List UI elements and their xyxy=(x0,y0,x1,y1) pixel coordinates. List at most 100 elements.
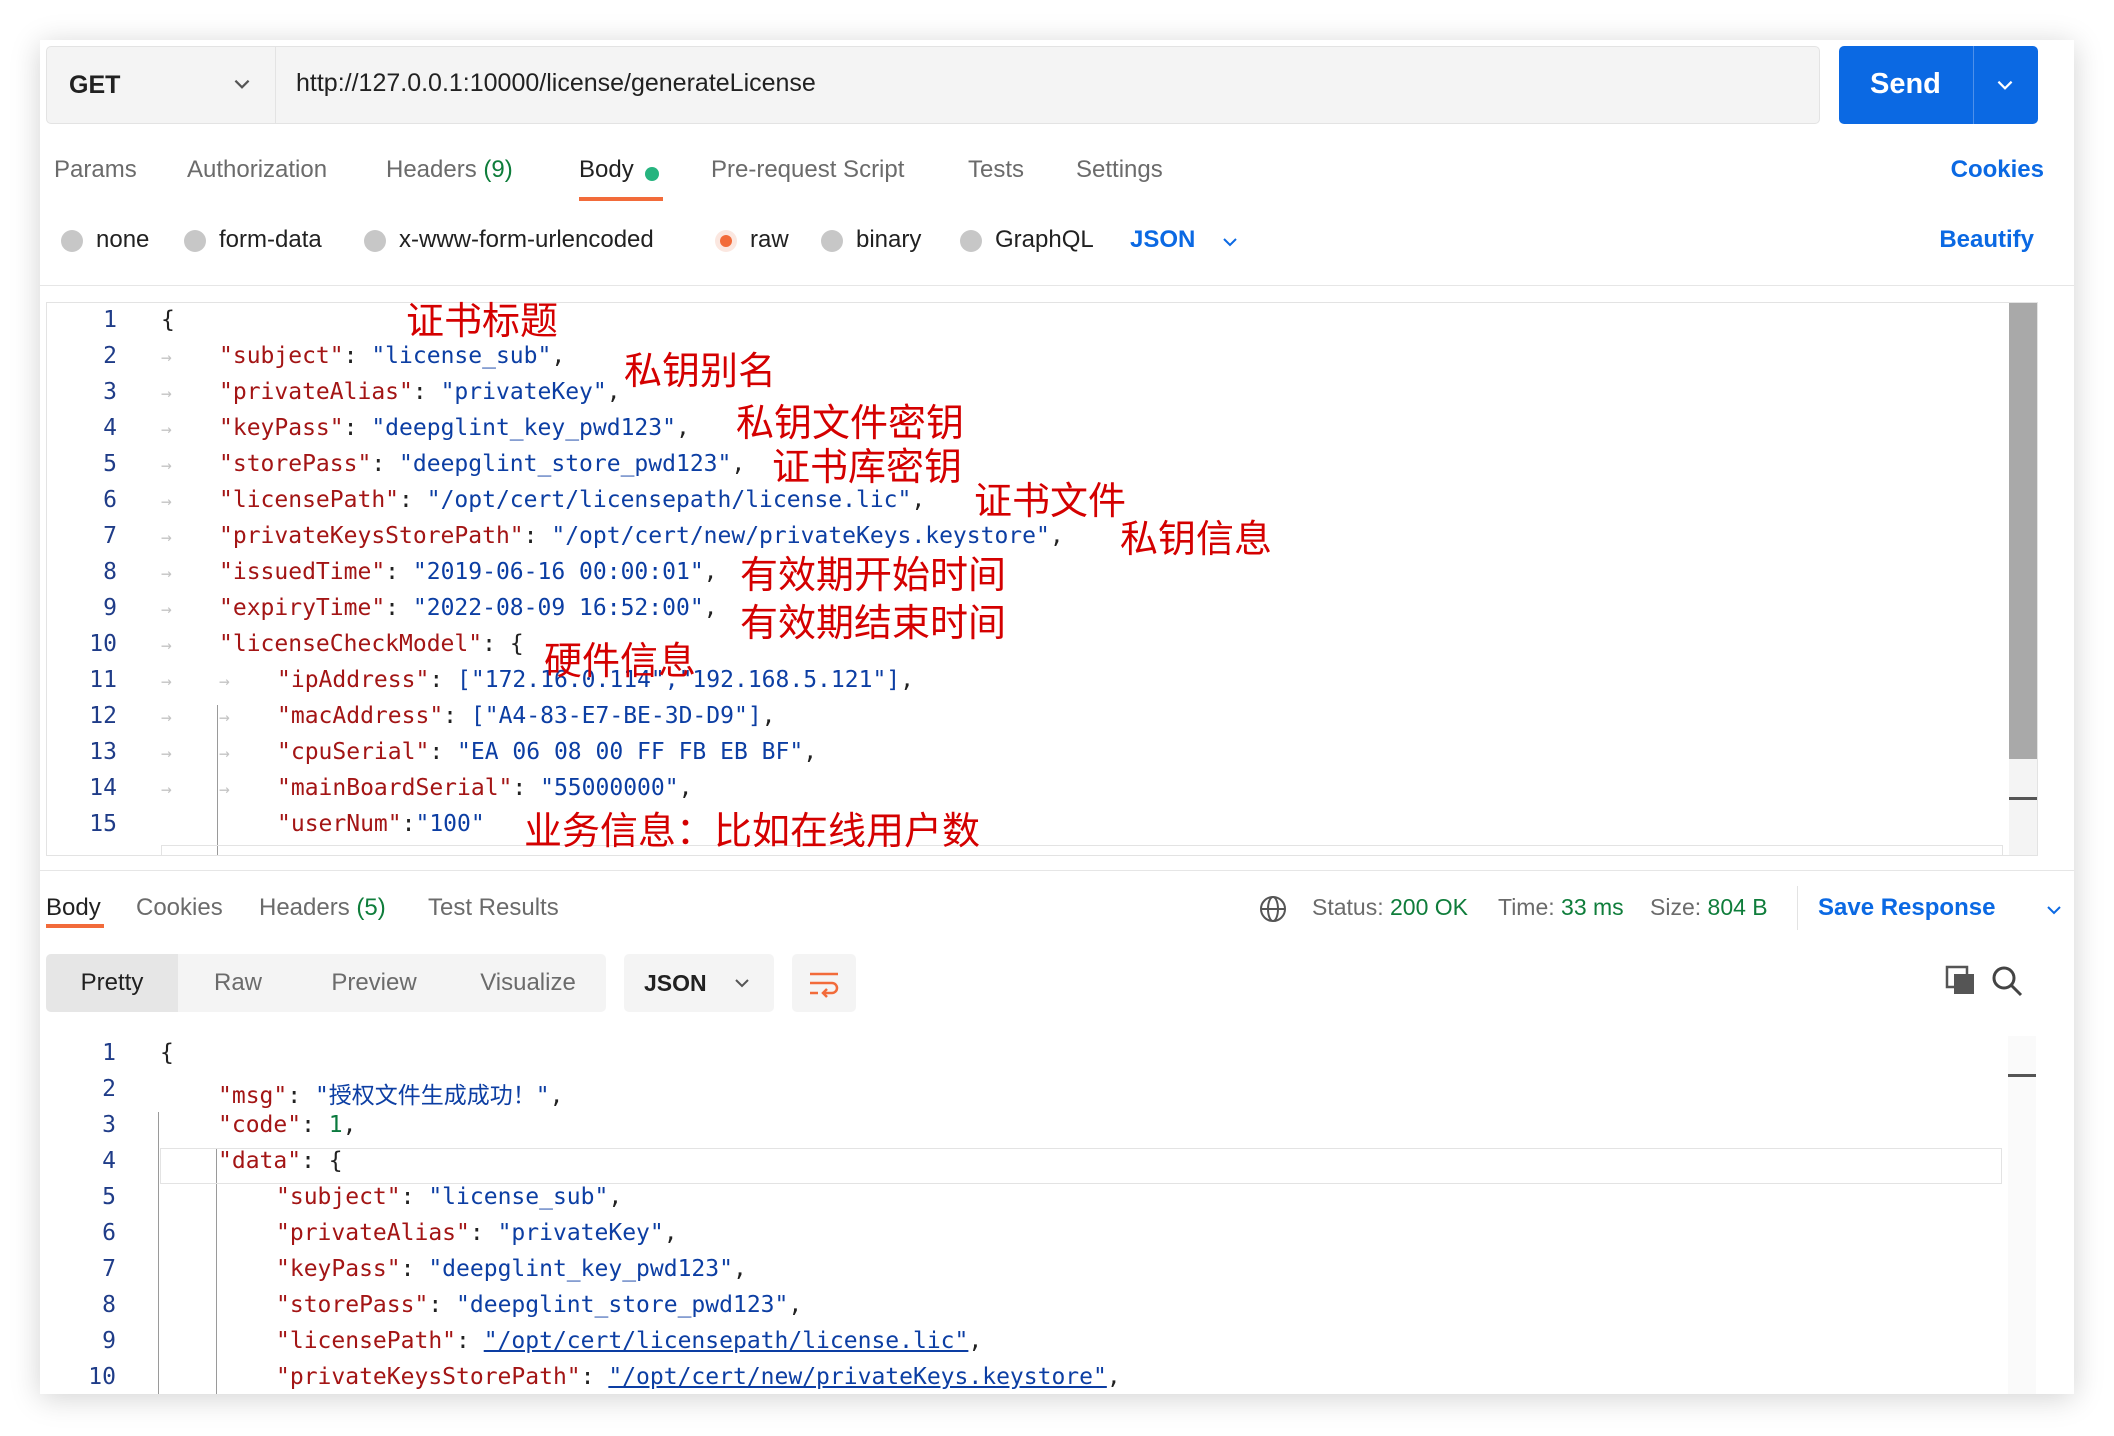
indent-guide xyxy=(216,1148,217,1394)
view-pretty[interactable]: Pretty xyxy=(46,954,178,1012)
send-button[interactable]: Send xyxy=(1839,46,2038,124)
chevron-down-icon[interactable] xyxy=(1220,232,1240,252)
code-line: { xyxy=(161,307,175,333)
response-body-viewer[interactable]: 1 2 3 4 5 6 7 8 9 10 { "msg": "授权文件生成成功！… xyxy=(46,1036,2036,1394)
response-format-label: JSON xyxy=(644,970,707,996)
line-number: 9 xyxy=(103,595,117,621)
code-line: "licenseCheckModel": { xyxy=(219,631,524,657)
code-line: "subject": "license_sub", xyxy=(276,1184,623,1210)
search-icon[interactable] xyxy=(1990,964,2024,998)
code-line: "licensePath": "/opt/cert/licensepath/li… xyxy=(276,1328,983,1354)
chevron-down-icon xyxy=(735,979,749,988)
current-line-highlight xyxy=(161,845,2003,855)
radio-graphql[interactable] xyxy=(960,230,982,252)
line-number: 5 xyxy=(102,1184,116,1210)
active-tab-underline xyxy=(46,924,104,928)
url-input[interactable]: http://127.0.0.1:10000/license/generateL… xyxy=(276,46,1820,124)
save-response-button[interactable]: Save Response xyxy=(1818,894,1995,922)
tab-headers[interactable]: Headers (9) xyxy=(386,156,513,184)
line-number: 3 xyxy=(103,379,117,405)
send-label: Send xyxy=(1870,68,1941,100)
method-select[interactable]: GET xyxy=(46,46,276,124)
line-number: 12 xyxy=(89,703,117,729)
annotation-license-path: 证书文件 xyxy=(974,479,1127,523)
tab-marker: → xyxy=(161,491,172,512)
beautify-button[interactable]: Beautify xyxy=(1939,226,2034,254)
wrap-lines-button[interactable] xyxy=(792,954,856,1012)
line-number: 1 xyxy=(103,307,117,333)
code-line: "privateAlias": "privateKey", xyxy=(276,1220,678,1246)
view-visualize[interactable]: Visualize xyxy=(450,954,606,1012)
response-tab-headers-label: Headers xyxy=(259,894,350,921)
tab-headers-label: Headers xyxy=(386,156,477,183)
chevron-down-icon xyxy=(234,79,250,89)
radio-binary[interactable] xyxy=(821,230,843,252)
cookies-link[interactable]: Cookies xyxy=(1951,156,2044,184)
response-size: Size: 804 B xyxy=(1650,894,1768,920)
tab-params[interactable]: Params xyxy=(54,156,137,184)
license-path-link[interactable]: "/opt/cert/licensepath/license.lic" xyxy=(484,1328,969,1354)
radio-x-www-form-urlencoded[interactable] xyxy=(364,230,386,252)
line-number: 9 xyxy=(102,1328,116,1354)
chevron-down-icon[interactable] xyxy=(1994,74,2016,96)
line-number: 2 xyxy=(103,343,117,369)
copy-icon[interactable] xyxy=(1944,964,1978,998)
tab-marker: → xyxy=(161,563,172,584)
code-line: "cpuSerial": "EA 06 08 00 FF FB EB BF", xyxy=(277,739,818,765)
tab-body[interactable]: Body xyxy=(579,156,634,184)
annotation-private-keys: 私钥信息 xyxy=(1120,517,1273,561)
line-number: 8 xyxy=(102,1292,116,1318)
raw-format-select[interactable]: JSON xyxy=(1130,226,1195,254)
radio-raw[interactable] xyxy=(715,230,737,252)
annotation-subject: 证书标题 xyxy=(406,299,559,343)
view-preview[interactable]: Preview xyxy=(298,954,450,1012)
radio-raw-label: raw xyxy=(750,226,789,253)
keystore-path-link[interactable]: "/opt/cert/new/privateKeys.keystore" xyxy=(608,1364,1107,1390)
response-tab-test-results[interactable]: Test Results xyxy=(428,894,559,922)
chevron-down-icon[interactable] xyxy=(2044,900,2064,920)
tab-authorization[interactable]: Authorization xyxy=(187,156,327,184)
tab-marker: → xyxy=(219,707,230,728)
tab-settings[interactable]: Settings xyxy=(1076,156,1163,184)
line-number: 7 xyxy=(103,523,117,549)
tab-marker: → xyxy=(219,671,230,692)
response-tab-cookies[interactable]: Cookies xyxy=(136,894,223,922)
viewer-scrollbar-track[interactable] xyxy=(2008,1036,2036,1394)
tab-pre-request-script[interactable]: Pre-request Script xyxy=(711,156,904,184)
line-number: 10 xyxy=(88,1364,116,1390)
tab-marker: → xyxy=(161,707,172,728)
headers-count: (9) xyxy=(483,156,513,183)
radio-none[interactable] xyxy=(61,230,83,252)
radio-form-data[interactable] xyxy=(184,230,206,252)
scrollbar-marker xyxy=(2009,797,2037,800)
line-number: 2 xyxy=(102,1076,116,1102)
code-line: "userNum":"100" xyxy=(277,811,485,837)
line-number: 7 xyxy=(102,1256,116,1282)
response-format-select[interactable]: JSON xyxy=(624,954,774,1012)
code-line: "subject": "license_sub", xyxy=(219,343,566,369)
response-tab-headers[interactable]: Headers (5) xyxy=(259,894,386,922)
response-headers-count: (5) xyxy=(356,894,386,921)
line-number: 4 xyxy=(103,415,117,441)
view-raw[interactable]: Raw xyxy=(178,954,298,1012)
line-number: 15 xyxy=(89,811,117,837)
line-number: 11 xyxy=(89,667,117,693)
annotation-expiry-time: 有效期结束时间 xyxy=(740,601,1007,645)
code-line: { xyxy=(160,1040,174,1066)
response-tab-body[interactable]: Body xyxy=(46,894,101,922)
annotation-hardware: 硬件信息 xyxy=(544,639,697,683)
editor-scrollbar-thumb[interactable] xyxy=(2009,303,2037,759)
active-tab-underline xyxy=(579,197,663,201)
tab-marker: → xyxy=(161,347,172,368)
radio-urlencoded-label: x-www-form-urlencoded xyxy=(399,226,654,253)
tab-marker: → xyxy=(161,743,172,764)
tab-marker: → xyxy=(161,455,172,476)
method-label: GET xyxy=(69,71,121,99)
code-line: "issuedTime": "2019-06-16 00:00:01", xyxy=(219,559,718,585)
globe-icon[interactable] xyxy=(1258,894,1288,924)
tab-tests[interactable]: Tests xyxy=(968,156,1024,184)
annotation-private-alias: 私钥别名 xyxy=(624,349,777,393)
request-body-editor[interactable]: 1 2 3 4 5 6 7 8 9 10 11 12 13 14 15 → → … xyxy=(46,302,2038,856)
code-line: "macAddress": ["A4-83-E7-BE-3D-D9"], xyxy=(277,703,776,729)
line-number: 1 xyxy=(102,1040,116,1066)
